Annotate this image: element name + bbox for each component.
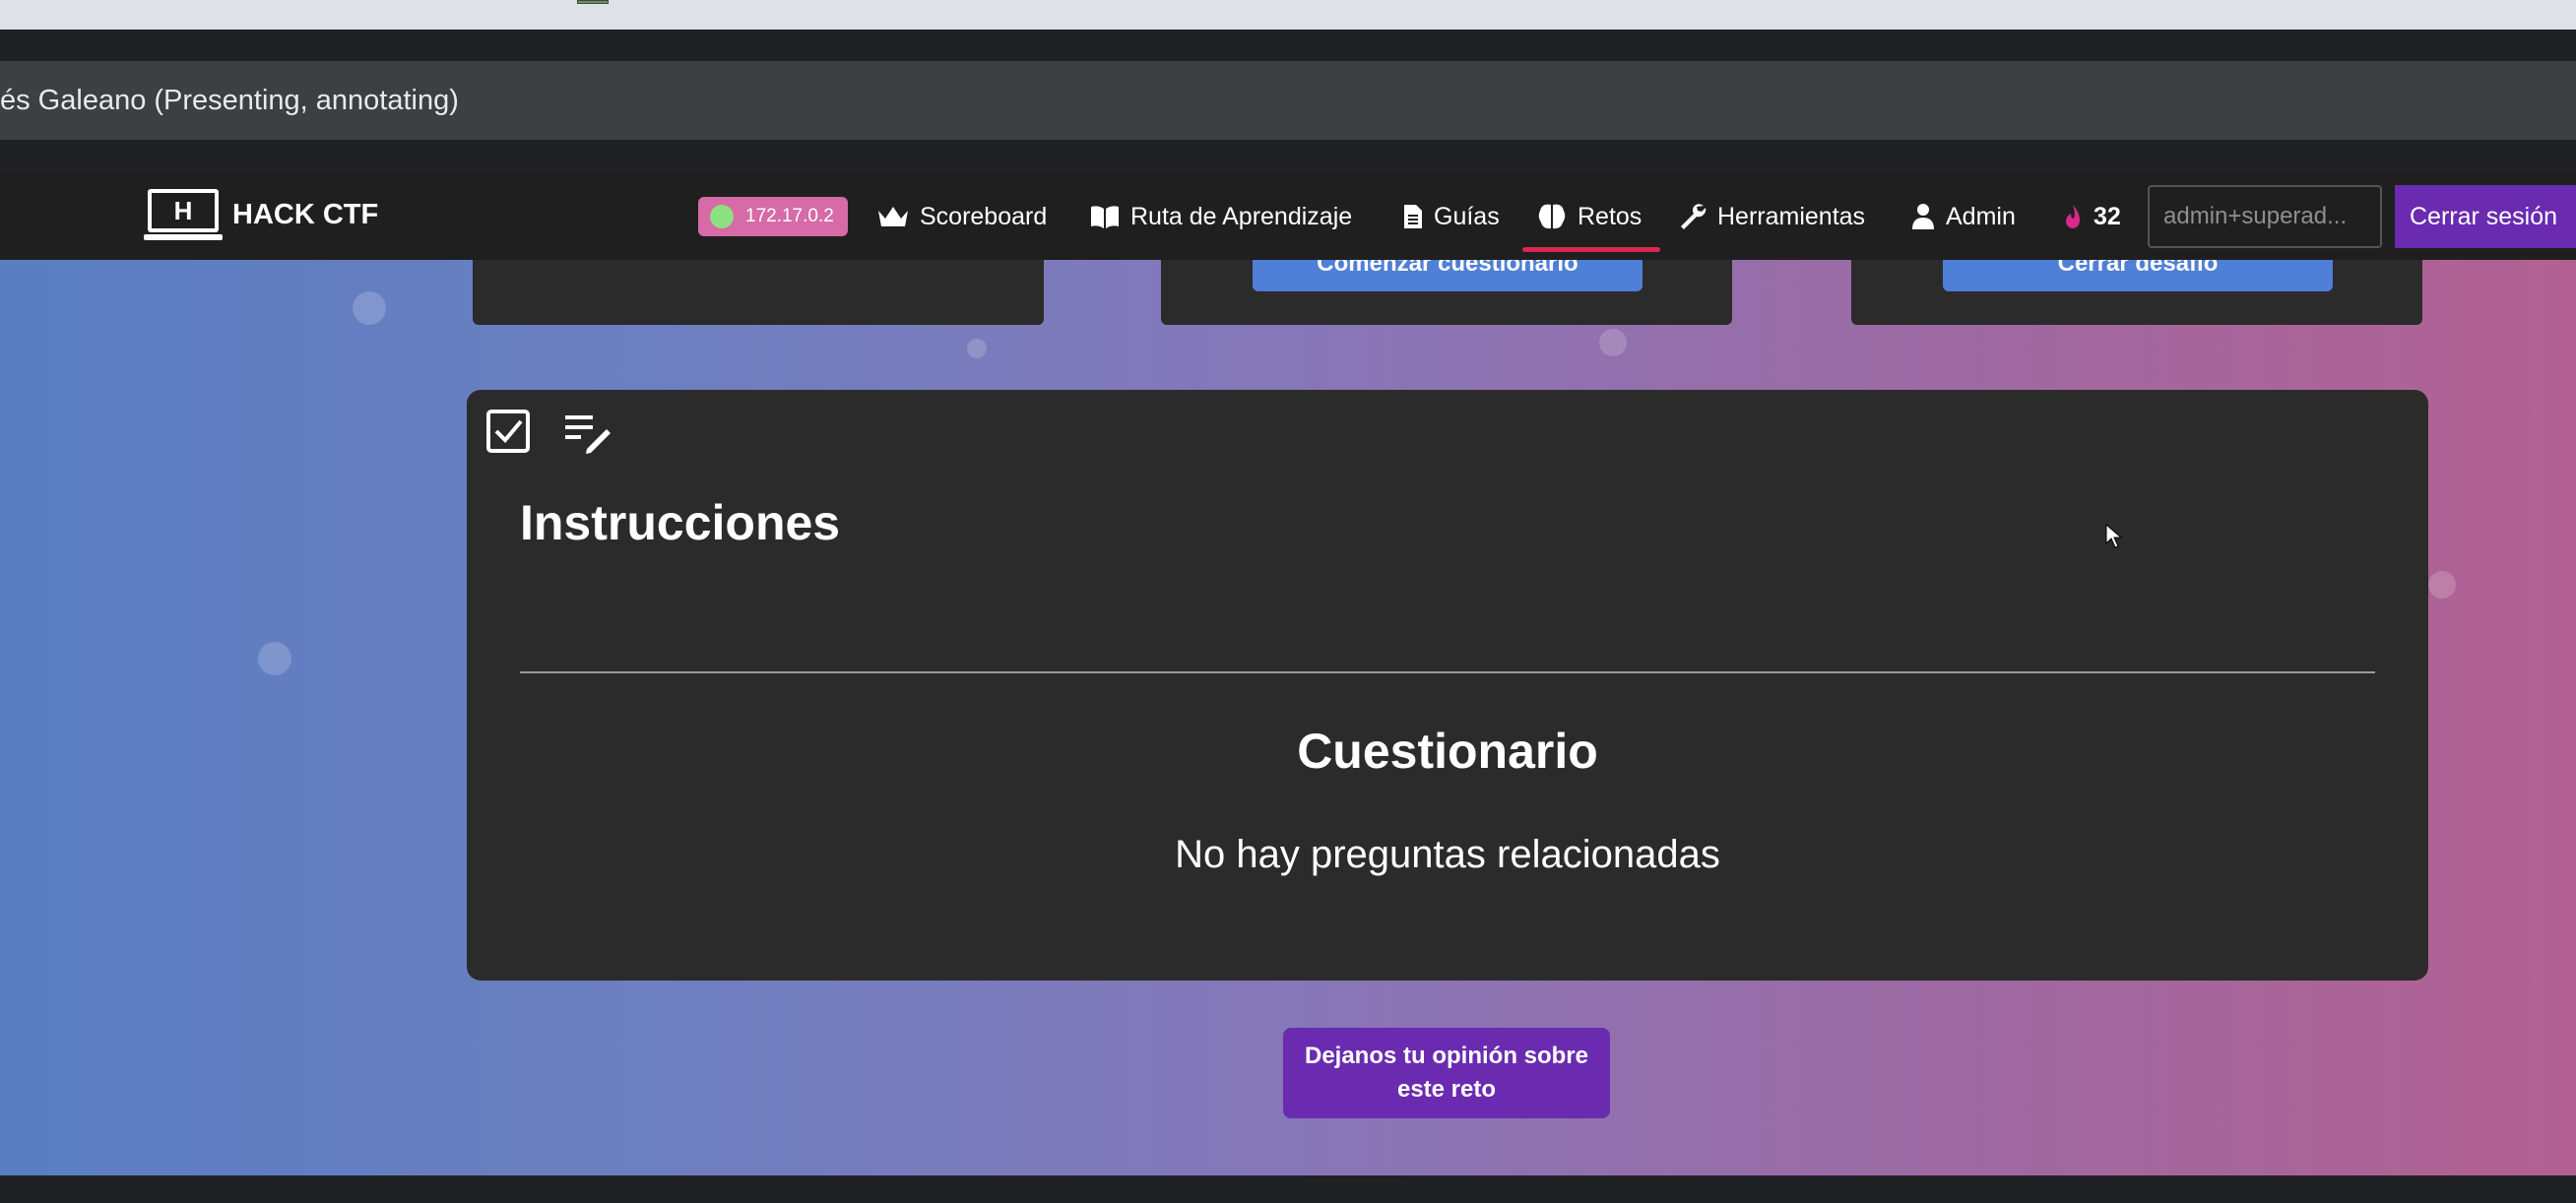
page-background: H HACK CTF 172.17.0.2 Scoreboard Ruta de…: [0, 171, 2576, 1175]
brain-icon: [1538, 204, 1566, 229]
browser-tab-strip: [0, 0, 2576, 30]
active-tab-indicator: [1522, 247, 1660, 252]
ip-address: 172.17.0.2: [745, 206, 834, 226]
document-icon: [1404, 205, 1422, 228]
section-divider: [520, 671, 2375, 673]
close-challenge-button[interactable]: Cerrar desafío: [1943, 260, 2333, 291]
nav-admin[interactable]: Admin: [1910, 195, 2016, 238]
empty-questions-message: No hay preguntas relacionadas: [1175, 833, 1720, 876]
feedback-button-line2: este reto: [1396, 1076, 1497, 1103]
navbar: H HACK CTF 172.17.0.2 Scoreboard Ruta de…: [0, 171, 2576, 260]
user-email-field[interactable]: [2148, 185, 2382, 248]
list-edit-icon[interactable]: [563, 408, 612, 460]
streak-count: 32: [2093, 202, 2121, 230]
presenter-banner: és Galeano (Presenting, annotating): [0, 61, 2576, 140]
logout-button[interactable]: Cerrar sesión: [2395, 185, 2576, 248]
nav-guides-label: Guías: [1434, 202, 1500, 230]
wrench-icon: [1681, 204, 1707, 229]
book-icon: [1091, 206, 1119, 228]
challenge-card-2: Comenzar cuestionario: [1161, 260, 1732, 325]
mouse-cursor-icon: [2105, 524, 2123, 548]
vpn-ip-badge: 172.17.0.2: [698, 197, 848, 236]
nav-scoreboard[interactable]: Scoreboard: [876, 195, 1047, 238]
meeting-spacer-2: [0, 140, 2576, 171]
instructions-heading: Instrucciones: [520, 495, 841, 550]
tab-favicon: [577, 0, 609, 4]
start-quiz-button[interactable]: Comenzar cuestionario: [1253, 260, 1642, 291]
quiz-heading: Cuestionario: [1297, 724, 1598, 779]
brand-name: HACK CTF: [232, 198, 379, 230]
meeting-spacer: [0, 30, 2576, 61]
bubble-decoration: [2428, 571, 2456, 599]
bubble-decoration: [967, 339, 987, 358]
user-icon: [1912, 204, 1934, 229]
nav-scoreboard-label: Scoreboard: [920, 202, 1048, 230]
checkbox-checked-icon[interactable]: [484, 408, 532, 460]
brand-home-link[interactable]: H HACK CTF: [144, 185, 378, 244]
bubble-decoration: [1599, 329, 1627, 356]
nav-tools-label: Herramientas: [1717, 202, 1866, 230]
laptop-logo-icon: H: [144, 185, 223, 244]
crown-icon: [878, 207, 908, 226]
feedback-button[interactable]: Dejanos tu opinión sobre este reto: [1283, 1028, 1610, 1118]
challenge-card-3: Cerrar desafío: [1851, 260, 2422, 325]
status-dot-icon: [710, 205, 734, 228]
bubble-decoration: [258, 642, 291, 675]
nav-guides[interactable]: Guías: [1402, 195, 1500, 238]
nav-challenges[interactable]: Retos: [1536, 195, 1642, 238]
presenter-label: és Galeano (Presenting, annotating): [0, 85, 459, 116]
flame-icon: [2066, 205, 2080, 228]
bubble-decoration: [353, 291, 386, 325]
nav-learning-path[interactable]: Ruta de Aprendizaje: [1089, 195, 1352, 238]
challenge-card-1: [473, 260, 1044, 325]
nav-tools[interactable]: Herramientas: [1678, 195, 1865, 238]
nav-admin-label: Admin: [1946, 202, 2016, 230]
meeting-bottom-bar: [0, 1175, 2576, 1203]
feedback-button-line1: Dejanos tu opinión sobre: [1304, 1043, 1588, 1069]
nav-learning-path-label: Ruta de Aprendizaje: [1130, 202, 1353, 230]
streak-counter: 32: [2062, 195, 2121, 238]
challenge-detail-card: Instrucciones Cuestionario No hay pregun…: [467, 390, 2428, 981]
logo-letter: H: [148, 189, 219, 232]
nav-challenges-label: Retos: [1578, 202, 1642, 230]
